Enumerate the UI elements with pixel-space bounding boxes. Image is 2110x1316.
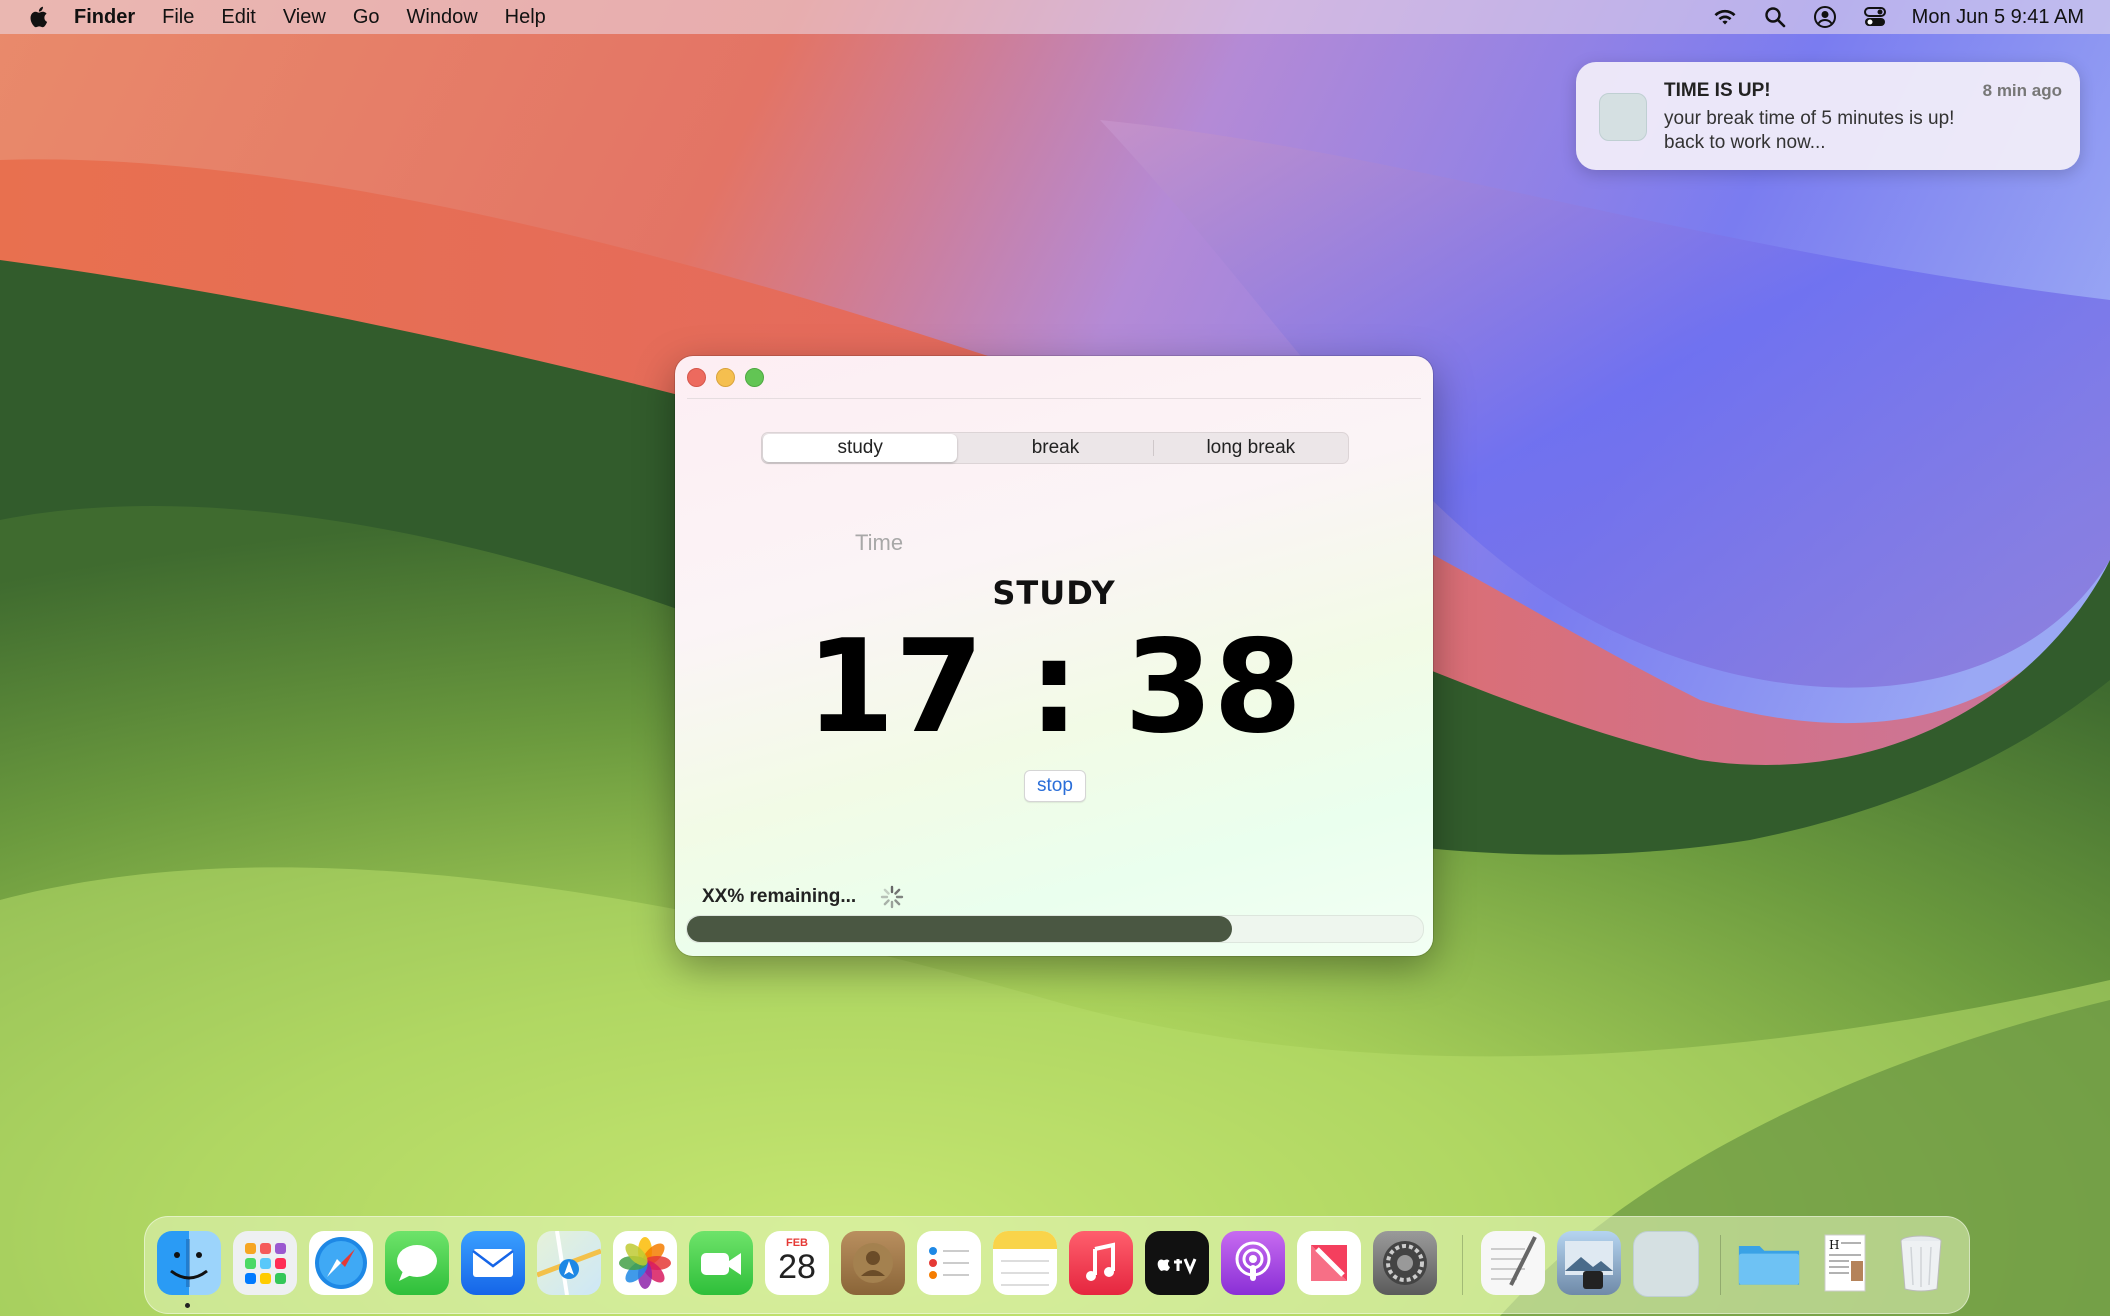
textedit-icon[interactable] bbox=[1481, 1231, 1545, 1295]
folder-icon[interactable] bbox=[1737, 1231, 1801, 1295]
notification-time: 8 min ago bbox=[1982, 81, 2062, 100]
safari-icon[interactable] bbox=[309, 1231, 373, 1295]
trash-icon[interactable] bbox=[1889, 1231, 1953, 1295]
app-icon-placeholder bbox=[1599, 93, 1647, 141]
menu-view[interactable]: View bbox=[283, 6, 326, 29]
menu-clock[interactable]: Mon Jun 5 9:41 AM bbox=[1912, 6, 2084, 29]
menu-go[interactable]: Go bbox=[353, 6, 380, 29]
tab-break[interactable]: break bbox=[958, 433, 1152, 463]
news-icon[interactable] bbox=[1297, 1231, 1361, 1295]
progress-bar bbox=[686, 915, 1424, 943]
tab-long-break[interactable]: long break bbox=[1154, 433, 1348, 463]
mode-segmented-control: study break long break bbox=[761, 432, 1349, 464]
timer-window: study break long break Time STUDY 17 : 3… bbox=[675, 356, 1433, 956]
notification-banner[interactable]: TIME IS UP! your break time of 5 minutes… bbox=[1576, 62, 2080, 170]
svg-text:H: H bbox=[1829, 1238, 1839, 1252]
remaining-label: XX% remaining... bbox=[702, 886, 857, 907]
menu-edit[interactable]: Edit bbox=[221, 6, 255, 29]
calendar-icon[interactable]: FEB 28 bbox=[765, 1231, 829, 1295]
control-center-icon[interactable] bbox=[1862, 4, 1888, 30]
running-indicator bbox=[185, 1303, 190, 1308]
mail-icon[interactable] bbox=[461, 1231, 525, 1295]
tv-icon[interactable] bbox=[1145, 1231, 1209, 1295]
dock: FEB 28 H bbox=[144, 1216, 1970, 1314]
finder-icon[interactable] bbox=[157, 1231, 221, 1295]
mode-title: STUDY bbox=[992, 574, 1116, 612]
wifi-icon[interactable] bbox=[1712, 4, 1738, 30]
maps-icon[interactable] bbox=[537, 1231, 601, 1295]
menu-bar: Finder File Edit View Go Window Help Mon… bbox=[0, 0, 2110, 34]
system-settings-icon[interactable] bbox=[1373, 1231, 1437, 1295]
menu-window[interactable]: Window bbox=[407, 6, 478, 29]
reminders-icon[interactable] bbox=[917, 1231, 981, 1295]
titlebar-divider bbox=[687, 398, 1421, 399]
menu-file[interactable]: File bbox=[162, 6, 194, 29]
search-icon[interactable] bbox=[1762, 4, 1788, 30]
podcasts-icon[interactable] bbox=[1221, 1231, 1285, 1295]
user-icon[interactable] bbox=[1812, 4, 1838, 30]
notes-icon[interactable] bbox=[993, 1231, 1057, 1295]
calendar-day: 28 bbox=[778, 1248, 816, 1286]
photos-icon[interactable] bbox=[613, 1231, 677, 1295]
contacts-icon[interactable] bbox=[841, 1231, 905, 1295]
messages-icon[interactable] bbox=[385, 1231, 449, 1295]
notification-body: your break time of 5 minutes is up! back… bbox=[1664, 108, 1955, 153]
menu-help[interactable]: Help bbox=[505, 6, 546, 29]
dock-separator bbox=[1720, 1235, 1721, 1295]
menu-app-name[interactable]: Finder bbox=[74, 6, 135, 29]
music-icon[interactable] bbox=[1069, 1231, 1133, 1295]
loading-spinner-icon bbox=[880, 885, 904, 909]
document-icon[interactable]: H bbox=[1813, 1231, 1877, 1295]
countdown-timer: 17 : 38 bbox=[805, 613, 1303, 762]
close-window-button[interactable] bbox=[687, 368, 706, 387]
zoom-window-button[interactable] bbox=[745, 368, 764, 387]
apple-menu-icon[interactable] bbox=[26, 5, 50, 29]
app-placeholder-icon[interactable] bbox=[1633, 1231, 1699, 1297]
preview-icon[interactable] bbox=[1557, 1231, 1621, 1295]
tab-study[interactable]: study bbox=[763, 434, 958, 462]
stop-button[interactable]: stop bbox=[1024, 770, 1086, 802]
launchpad-icon[interactable] bbox=[233, 1231, 297, 1295]
progress-bar-fill bbox=[687, 916, 1232, 942]
facetime-icon[interactable] bbox=[689, 1231, 753, 1295]
minimize-window-button[interactable] bbox=[716, 368, 735, 387]
dock-separator bbox=[1462, 1235, 1463, 1295]
time-label: Time bbox=[855, 530, 904, 555]
notification-title: TIME IS UP! bbox=[1664, 80, 1771, 101]
